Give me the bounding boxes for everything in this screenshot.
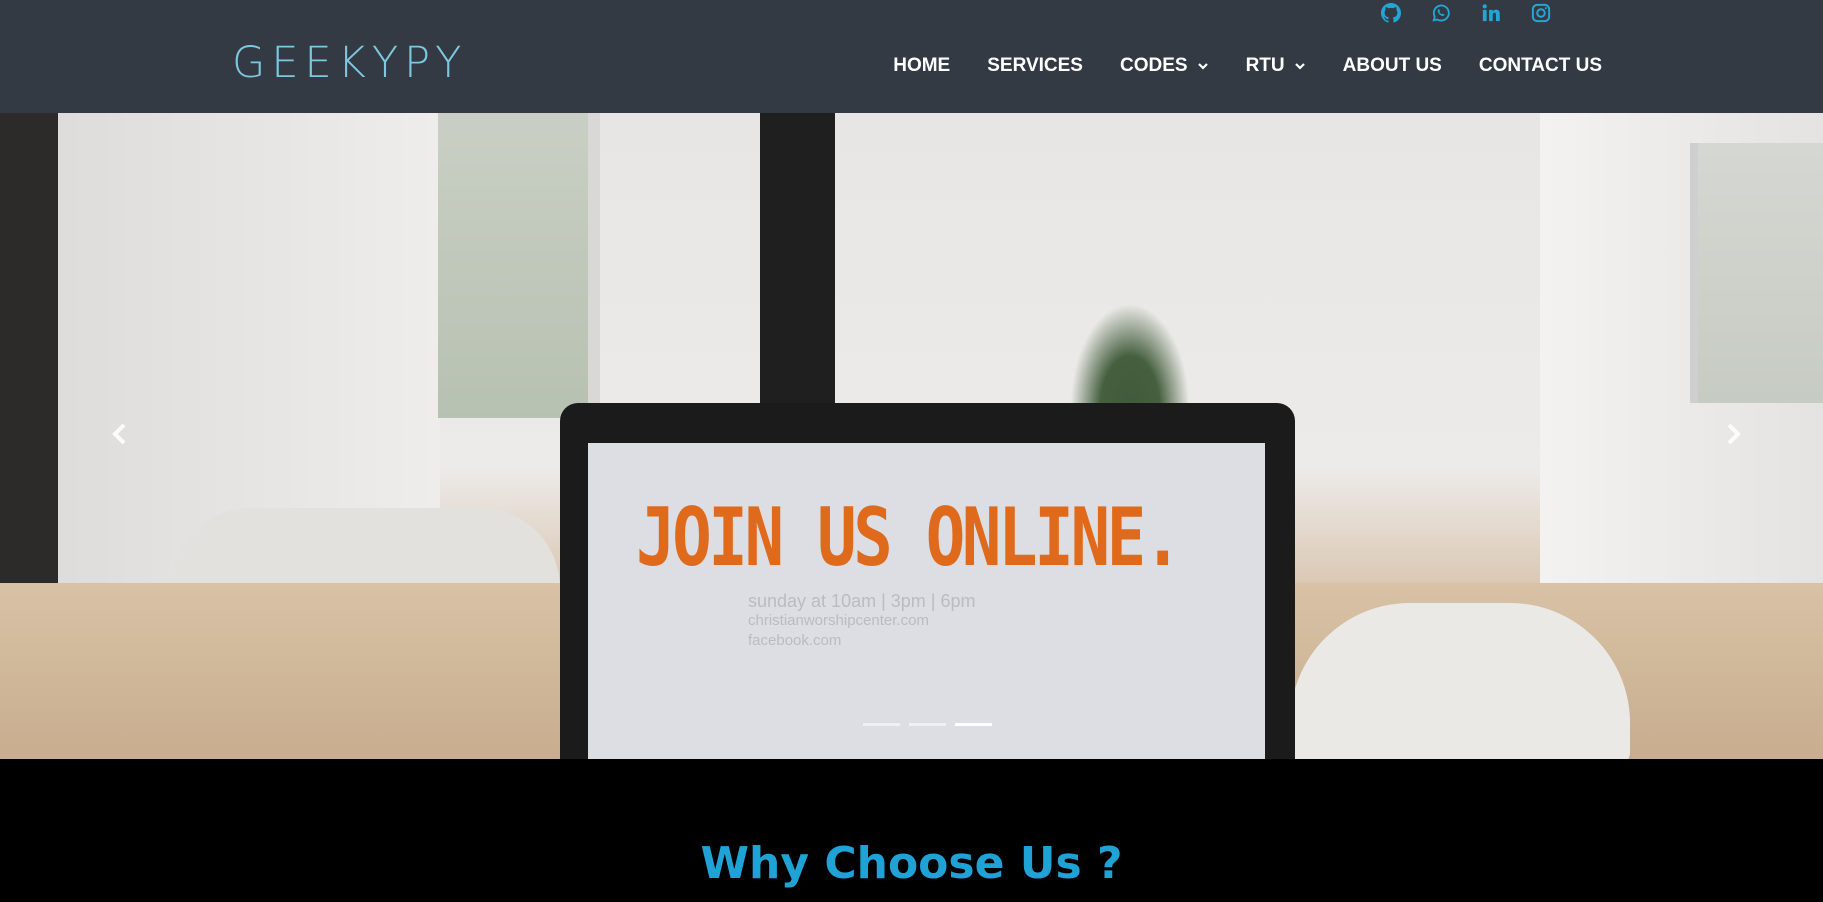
social-links — [1381, 3, 1553, 25]
nav-item-label: CONTACT US — [1478, 55, 1602, 76]
slide-subtext: sunday at 10am | 3pm | 6pm christianwors… — [748, 591, 975, 651]
nav-item-label: HOME — [893, 55, 951, 76]
github-link[interactable] — [1381, 3, 1403, 25]
slide-subtext-line: christianworshipcenter.com — [748, 612, 929, 629]
instagram-link[interactable] — [1531, 3, 1553, 25]
section-heading: Why Choose Us ? — [700, 838, 1123, 889]
site-header: GEEKYPY HOME SERVICES CODES RTU ABOUT US… — [0, 0, 1823, 113]
laptop-screen: JOIN US ONLINE. sunday at 10am | 3pm | 6… — [588, 443, 1265, 759]
site-logo[interactable]: GEEKYPY — [232, 38, 467, 88]
nav-item-label: RTU — [1245, 55, 1285, 76]
nav-item-rtu[interactable]: RTU — [1246, 55, 1306, 77]
nav-item-services[interactable]: SERVICES — [987, 55, 1083, 77]
nav-item-codes[interactable]: CODES — [1120, 55, 1209, 77]
chevron-left-icon — [112, 423, 126, 445]
whatsapp-link[interactable] — [1431, 3, 1453, 25]
hero-carousel: JOIN US ONLINE. sunday at 10am | 3pm | 6… — [0, 113, 1823, 759]
carousel-indicator-3[interactable] — [955, 723, 992, 726]
linkedin-icon — [1482, 4, 1500, 22]
github-icon — [1381, 3, 1401, 23]
slide-background — [438, 113, 600, 418]
carousel-indicator-2[interactable] — [909, 723, 946, 726]
chevron-down-icon — [1294, 60, 1306, 72]
slide-laptop-image: JOIN US ONLINE. sunday at 10am | 3pm | 6… — [560, 403, 1295, 759]
slide-subtext-line: sunday at 10am | 3pm | 6pm — [748, 591, 976, 611]
nav-item-label: SERVICES — [987, 55, 1083, 76]
slide-background — [760, 113, 835, 423]
slide-background — [1690, 143, 1823, 403]
slide-headline: JOIN US ONLINE. — [636, 491, 1183, 584]
slide-background — [1290, 603, 1630, 759]
carousel-indicators — [863, 723, 992, 726]
carousel-indicator-1[interactable] — [863, 723, 900, 726]
linkedin-link[interactable] — [1481, 3, 1503, 25]
carousel-next-button[interactable] — [1720, 421, 1746, 447]
nav-item-home[interactable]: HOME — [893, 55, 950, 77]
slide-background — [0, 113, 58, 583]
chevron-right-icon — [1727, 423, 1741, 445]
chevron-down-icon — [1197, 60, 1209, 72]
whatsapp-icon — [1432, 4, 1450, 22]
main-nav: HOME SERVICES CODES RTU ABOUT US CONTACT… — [893, 55, 1602, 77]
nav-item-about-us[interactable]: ABOUT US — [1343, 55, 1442, 77]
nav-item-contact-us[interactable]: CONTACT US — [1479, 55, 1602, 77]
instagram-icon — [1531, 3, 1551, 23]
nav-item-label: CODES — [1119, 55, 1188, 76]
nav-item-label: ABOUT US — [1342, 55, 1442, 76]
why-choose-us-section: Why Choose Us ? — [0, 759, 1823, 902]
slide-subtext-line: facebook.com — [748, 632, 842, 649]
carousel-prev-button[interactable] — [107, 421, 133, 447]
